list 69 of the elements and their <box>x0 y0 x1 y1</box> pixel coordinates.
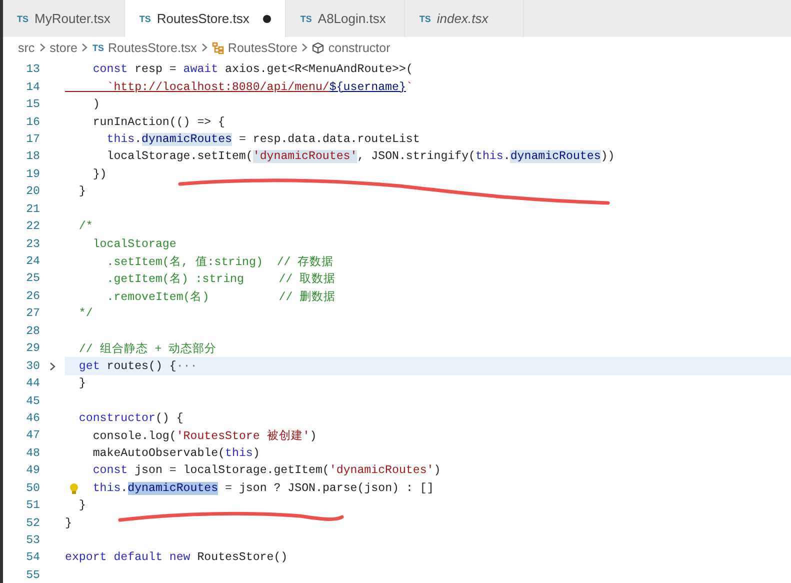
chevron-icon <box>81 43 88 52</box>
code-line: /* <box>78 220 93 234</box>
line-number: 14 <box>25 80 40 94</box>
code-line: const resp = await axios.get<R<MenuAndRoute>>( <box>92 63 413 76</box>
code-line: this.dynamicRoutes = resp.data.data.routeList <box>106 132 420 146</box>
breadcrumb-item[interactable]: constructor <box>312 40 390 54</box>
line-number: 15 <box>25 98 40 112</box>
code-line: this.dynamicRoutes = json ? JSON.parse(json) : [] <box>92 482 434 495</box>
code-line: localStorage <box>92 238 176 251</box>
line-number: 19 <box>25 168 40 181</box>
code-line: } <box>65 516 72 530</box>
line-number: 54 <box>25 551 40 564</box>
line-number: 47 <box>25 429 40 442</box>
line-number: 16 <box>25 116 40 129</box>
line-number: 28 <box>25 324 40 338</box>
line-number: 23 <box>25 238 40 251</box>
line-number: 44 <box>25 377 40 390</box>
code-line: export default new RoutesStore() <box>65 551 288 564</box>
line-number: 52 <box>25 516 40 530</box>
line-number: 48 <box>25 446 40 460</box>
editor-tab[interactable]: TS RoutesStore.tsx <box>125 0 286 37</box>
code-line: runInAction(() => { <box>92 116 226 129</box>
line-number: 13 <box>25 63 40 76</box>
unsaved-dot-icon <box>263 14 272 22</box>
code-line: .removeItem(名) // 删数据 <box>106 290 336 304</box>
code-line: console.log('RoutesStore 被创建') <box>92 428 317 444</box>
code-line: .getItem(名) :string // 取数据 <box>106 272 336 286</box>
chevron-icon <box>38 43 46 52</box>
fold-chevron-icon[interactable] <box>49 362 56 371</box>
line-number: 26 <box>25 290 40 303</box>
line-number: 25 <box>25 272 40 286</box>
code-line: } <box>78 185 86 198</box>
lightbulb-icon[interactable] <box>69 482 79 494</box>
line-number: 27 <box>25 307 40 320</box>
line-number: 30 <box>25 360 40 373</box>
line-number: 22 <box>25 220 40 234</box>
cube-icon <box>312 42 324 54</box>
breadcrumb-item[interactable]: store <box>50 40 78 54</box>
line-number: 46 <box>25 412 40 425</box>
line-number: 24 <box>25 255 40 268</box>
line-number: 18 <box>25 150 40 164</box>
line-number: 29 <box>25 342 40 356</box>
line-number: 49 <box>25 464 40 478</box>
code-line: } <box>78 499 86 512</box>
code-line: } <box>78 377 86 390</box>
chevron-icon <box>301 43 308 52</box>
code-line: */ <box>78 307 93 320</box>
code-line: get routes() {··· <box>78 360 198 373</box>
code-line: localStorage.setItem('dynamicRoutes', JSON.stringify(this.dynamicRoutes)) <box>106 150 615 164</box>
line-number: 45 <box>25 394 40 408</box>
code-line: `http://localhost:8080/api/menu/${username}` <box>106 80 413 94</box>
code-line: .setItem(名, 值:string) // 存数据 <box>106 254 334 270</box>
line-number: 21 <box>25 202 40 216</box>
line-number: 50 <box>25 482 40 495</box>
code-line: const json = localStorage.getItem('dynamicRoutes') <box>92 464 441 478</box>
line-number: 20 <box>25 185 40 198</box>
line-number: 17 <box>25 132 40 146</box>
breadcrumb-item[interactable]: src <box>18 40 35 54</box>
breadcrumb-item[interactable]: RoutesStore <box>212 40 298 54</box>
line-number: 53 <box>25 534 40 548</box>
code-line: constructor() { <box>78 412 184 425</box>
breadcrumb-item[interactable]: TS RoutesStore.tsx <box>92 40 197 54</box>
line-number: 51 <box>25 499 40 512</box>
line-number: 55 <box>25 568 40 582</box>
code-line: }) <box>92 168 107 181</box>
chevron-icon <box>200 43 208 52</box>
code-line: // 组合静态 + 动态部分 <box>78 341 217 356</box>
code-line: makeAutoObservable(this) <box>92 446 260 460</box>
class-icon <box>212 42 224 54</box>
